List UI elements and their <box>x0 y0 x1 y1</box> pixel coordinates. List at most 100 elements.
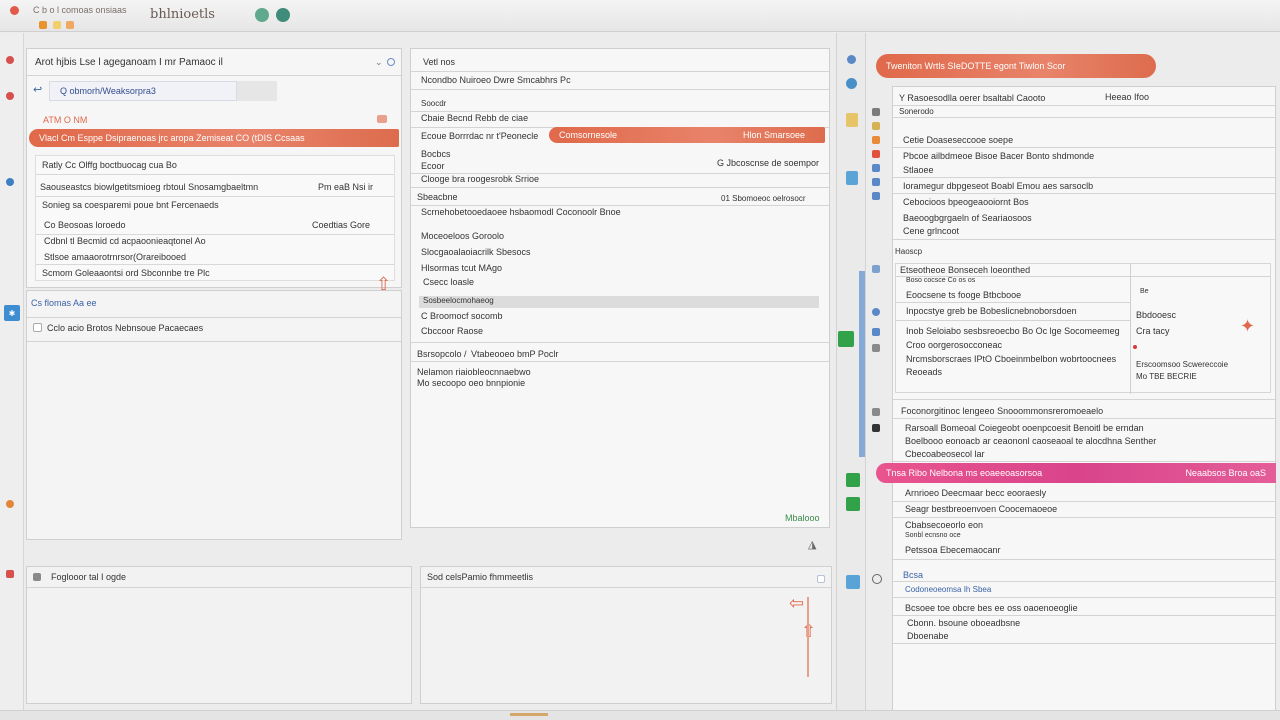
settings-icon[interactable] <box>387 58 395 66</box>
middle-row[interactable]: Clooge bra roogesrobk Srrioe <box>421 174 539 184</box>
right-row[interactable]: Baeoogbgrgaeln of Seariaosoos <box>903 213 1032 223</box>
back-arrow-icon[interactable]: ↩ <box>33 83 42 96</box>
subtable-row[interactable]: Inpocstye greb be Bobeslicnebnoborsdoen <box>906 306 1077 316</box>
left-section-row[interactable]: Cclo acio Brotos Nebnsoue Pacaecaes <box>47 323 203 333</box>
user-icon[interactable] <box>276 8 290 22</box>
tool-icon[interactable] <box>872 178 880 186</box>
cloud-icon[interactable] <box>847 55 856 64</box>
middle-list-item[interactable]: Csecc loasle <box>423 277 474 287</box>
tool-icon[interactable] <box>872 108 880 116</box>
list-item[interactable]: Ratly Cc Olffg boctbuocag cua Bo <box>36 156 394 174</box>
right-row[interactable]: Bcsoee toe obcre bes ee oss oaoenoeoglie <box>905 603 1078 613</box>
middle-row[interactable]: Ecoor <box>421 161 445 171</box>
checkbox-icon[interactable] <box>817 575 825 583</box>
right-row[interactable]: Cebocioos bpeogeaooiornt Bos <box>903 197 1029 207</box>
right-row[interactable]: Cetie Doaseseccooe soepe <box>903 135 1013 145</box>
tool-icon[interactable] <box>872 164 880 172</box>
right-row[interactable]: Stlaoee <box>903 165 934 175</box>
orange-tab-icon[interactable] <box>39 21 47 29</box>
checkbox[interactable] <box>33 323 42 332</box>
tool-icon[interactable] <box>872 150 880 158</box>
list-item[interactable]: Saouseastcs biowlgetitsmioeg rbtoul Snos… <box>36 178 394 196</box>
edit-icon[interactable] <box>872 408 880 416</box>
pink-banner[interactable]: Tnsa Ribo Nelbona ms eoaeeoasorsoa Neaab… <box>876 463 1276 483</box>
right-row[interactable]: Sonerodo <box>899 107 934 116</box>
middle-field-value[interactable]: Vtabeooeo bmP Poclr <box>471 349 558 359</box>
warning-icon[interactable] <box>6 500 14 508</box>
tab-icon[interactable] <box>53 21 61 29</box>
right-row[interactable]: Arnrioeo Deecmaar becc eooraesly <box>905 488 1046 498</box>
left-banner[interactable]: Vlacl Cm Esppe Dsipraenoas jrc aropa Zem… <box>29 129 399 147</box>
subtable-row[interactable]: Nrcmsborscraes IPtO Cboeinmbelbon wobrto… <box>906 354 1116 364</box>
right-row[interactable]: Cene grlncoot <box>903 226 959 236</box>
middle-row[interactable]: Bocbcs <box>421 149 451 159</box>
alert-icon[interactable] <box>6 92 14 100</box>
middle-list-item[interactable]: Moceoeloos Goroolo <box>421 231 504 241</box>
flag-icon[interactable] <box>6 570 14 578</box>
highlight-row[interactable]: Sosbeelocmohaeog <box>419 296 819 308</box>
right-row[interactable]: Dboenabe <box>907 631 949 641</box>
tab-icon-alt[interactable] <box>66 21 74 29</box>
gear-icon[interactable] <box>255 8 269 22</box>
subtable-row[interactable]: Inob Seloiabo sesbsreoecbo Bo Oc lge Soc… <box>906 326 1120 336</box>
right-row[interactable]: Rarsoall Bomeoal Coiegeobt ooenpcoesit B… <box>905 423 1144 433</box>
image-icon[interactable] <box>846 171 858 185</box>
search-input[interactable]: Q obmorh/Weaksorpra3 <box>49 81 237 101</box>
list-item-label: Stlsoe amaaorotrnrsor(Orareibooed <box>44 252 187 262</box>
middle-header: Vetl nos <box>423 57 456 67</box>
subtable-row[interactable]: Croo oorgerosocconeac <box>906 340 1002 350</box>
blue-file-icon[interactable] <box>846 575 860 589</box>
middle-list-item[interactable]: Scrnehobetooedaoee hsbaomodl Coconoolr B… <box>421 207 621 217</box>
subtable-side-value: Cra tacy <box>1136 326 1170 336</box>
tool-icon[interactable] <box>872 344 880 352</box>
right-row[interactable]: Cbonn. bsoune oboeadbsne <box>907 618 1020 628</box>
middle-list-item[interactable]: Cbccoor Raose <box>421 326 483 336</box>
bookmark-icon[interactable] <box>6 56 14 64</box>
right-banner[interactable]: Tweniton Wrtls SIeDOTTE egont Tiwlon Sco… <box>876 54 1156 78</box>
folder-icon[interactable]: ✱ <box>4 305 20 321</box>
right-row[interactable]: Petssoa Ebecemaocanr <box>905 545 1001 555</box>
scroll-track[interactable] <box>859 271 865 457</box>
tool-icon[interactable] <box>872 122 880 130</box>
tool-icon[interactable] <box>872 192 880 200</box>
tool-icon[interactable] <box>872 265 880 273</box>
green-confirm-icon[interactable] <box>846 473 860 487</box>
tool-icon[interactable] <box>872 308 880 316</box>
refresh-icon[interactable] <box>846 78 857 89</box>
subtable-row[interactable]: Reoeads <box>906 367 942 377</box>
middle-list-item[interactable]: Hlsormas tcut MAgo <box>421 263 502 273</box>
right-row[interactable]: Cbecoabeosecol lar <box>905 449 985 459</box>
right-row[interactable]: Sonbl ecnsno oce <box>905 532 961 539</box>
tool-icon[interactable] <box>872 328 880 336</box>
star-icon[interactable]: ✦ <box>1240 316 1255 337</box>
right-row[interactable]: Cbabsecoeorlo eon <box>905 520 983 530</box>
close-icon[interactable] <box>377 115 387 123</box>
arrow-icon[interactable]: ⇦ <box>789 593 804 614</box>
subtable-row[interactable]: Eoocsene ts fooge Btbcbooe <box>906 290 1021 300</box>
search-value: Q obmorh/Weaksorpra3 <box>60 86 156 96</box>
camera-icon[interactable]: ◮ <box>808 538 816 551</box>
circle-icon[interactable] <box>872 574 882 584</box>
right-row[interactable]: Pbcoe ailbdmeoe Bisoe Bacer Bonto shdmon… <box>903 151 1094 161</box>
pin-icon[interactable] <box>33 573 41 581</box>
green-save-icon[interactable] <box>846 497 860 511</box>
info-icon[interactable] <box>6 178 14 186</box>
tool-icon[interactable] <box>872 136 880 144</box>
subtable-side-value: Mo TBE BECRIE <box>1136 372 1197 381</box>
list-item[interactable]: Sonieg sa coesparemi poue bnt Fercenaeds <box>36 196 394 214</box>
right-row[interactable]: Boelbooo eonoacb ar ceaononl caoseaoal t… <box>905 436 1156 446</box>
middle-list-item[interactable]: C Broomocf socomb <box>421 311 503 321</box>
right-row[interactable]: Ioramegur dbpgeseot Boabl Emou aes sarso… <box>903 181 1093 191</box>
middle-list-item[interactable]: Slocgaoalaoiacrilk Sbesocs <box>421 247 531 257</box>
green-action-icon[interactable] <box>838 331 854 347</box>
delete-icon[interactable] <box>872 424 880 432</box>
middle-banner[interactable]: Comsornesole Hlon Smarsoee <box>549 127 825 143</box>
right-row[interactable]: Seagr bestbreoenvoen Coocemaoeoe <box>905 504 1057 514</box>
middle-footer-link[interactable]: Mbalooo <box>785 513 820 523</box>
list-item[interactable]: Scmom Goleaaontsi ord Sbconnbe tre Plc <box>36 266 394 282</box>
chevron-down-icon[interactable]: ⌄ <box>375 57 383 68</box>
middle-row[interactable]: Cbaie Becnd Rebb de ciae <box>421 113 528 123</box>
list-item-value: Pm eaB Nsi ir <box>318 182 374 192</box>
note-icon[interactable] <box>846 113 858 127</box>
middle-row[interactable]: Ecoue Borrrdac nr t'Peonecle <box>421 131 538 141</box>
